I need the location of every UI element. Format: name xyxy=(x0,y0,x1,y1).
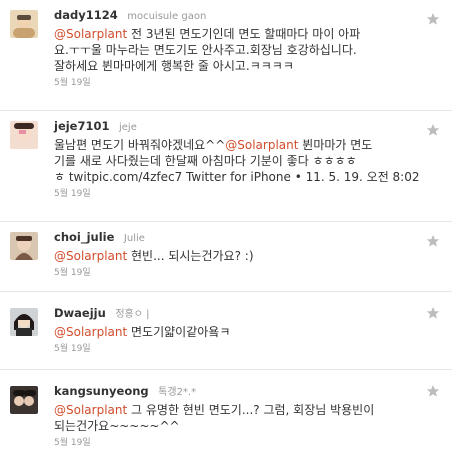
avatar-image xyxy=(10,232,38,260)
tweet-text-part: 울남편 면도기 바꿔줘야겠네요^^ xyxy=(54,138,226,152)
tweet-text: @Solarplant 현빈... 되시는건가요? :) xyxy=(54,248,428,264)
star-icon[interactable] xyxy=(426,12,440,26)
tweet-text-part: 면도기얇이같아욬ㅋ xyxy=(127,325,231,339)
tweet-text-part: 현빈... 되시는건가요? :) xyxy=(127,249,254,263)
screen-name[interactable]: choi_julie xyxy=(54,230,114,244)
tweet-text-line: 기를 새로 사다줬는데 한달째 아침마다 기분이 좋다 ㅎㅎㅎㅎ xyxy=(54,154,357,168)
avatar[interactable] xyxy=(10,10,38,38)
avatar[interactable] xyxy=(10,121,38,149)
tweet-text-part: 뷘마마가 면도 xyxy=(298,138,373,152)
avatar[interactable] xyxy=(10,308,38,336)
screen-name[interactable]: Dwaejju xyxy=(54,306,106,320)
tweet-item[interactable]: jeje7101 jeje 울남편 면도기 바꿔줘야겠네요^^@Solarpla… xyxy=(0,111,452,222)
full-name: 정홍ㅇ | xyxy=(115,309,150,320)
tweet-feed: dady1124 mocuisule gaon @Solarplant 전 3년… xyxy=(0,0,452,468)
tweet-date[interactable]: 5월 19일 xyxy=(54,267,428,279)
avatar-image xyxy=(10,308,38,336)
tweet-text-line: ㅎ twitpic.com/4zfec7 Twitter for iPhone … xyxy=(54,170,420,184)
tweet-header: kangsunyeong 톡갱2*.* xyxy=(54,384,428,400)
tweet-content: jeje7101 jeje 울남편 면도기 바꿔줘야겠네요^^@Solarpla… xyxy=(54,119,428,200)
mention-link[interactable]: @Solarplant xyxy=(225,138,298,152)
avatar[interactable] xyxy=(10,386,38,414)
tweet-item[interactable]: Dwaejju 정홍ㅇ | @Solarplant 면도기얇이같아욬ㅋ 5월 1… xyxy=(0,292,452,370)
star-icon[interactable] xyxy=(426,306,440,320)
tweet-date[interactable]: 5월 19일 xyxy=(54,437,428,449)
star-icon[interactable] xyxy=(426,234,440,248)
mention-link[interactable]: @Solarplant xyxy=(54,27,127,41)
full-name: jeje xyxy=(119,122,137,133)
tweet-item[interactable]: dady1124 mocuisule gaon @Solarplant 전 3년… xyxy=(0,0,452,111)
tweet-date[interactable]: 5월 19일 xyxy=(54,343,428,355)
tweet-content: Dwaejju 정홍ㅇ | @Solarplant 면도기얇이같아욬ㅋ 5월 1… xyxy=(54,306,428,355)
tweet-header: dady1124 mocuisule gaon xyxy=(54,8,428,24)
mention-link[interactable]: @Solarplant xyxy=(54,403,127,417)
tweet-text-part: 그 유명한 현빈 면도기...? 그럼, 회장님 박용빈이 xyxy=(127,403,375,417)
tweet-item[interactable]: choi_julie Julie @Solarplant 현빈... 되시는건가… xyxy=(0,222,452,292)
full-name: Julie xyxy=(123,233,145,244)
tweet-text-line: 잘하세요 뷘마마에게 행복한 줄 아시고.ㅋㅋㅋㅋ xyxy=(54,59,294,73)
tweet-content: dady1124 mocuisule gaon @Solarplant 전 3년… xyxy=(54,8,428,89)
tweet-content: choi_julie Julie @Solarplant 현빈... 되시는건가… xyxy=(54,230,428,279)
tweet-text: @Solarplant 그 유명한 현빈 면도기...? 그럼, 회장님 박용빈… xyxy=(54,402,428,434)
tweet-text-line: 요.ㅜㅜ울 마누라는 면도기도 안사주고.회장님 호강하십니다. xyxy=(54,43,357,57)
tweet-date[interactable]: 5월 19일 xyxy=(54,188,428,200)
screen-name[interactable]: kangsunyeong xyxy=(54,384,149,398)
tweet-header: jeje7101 jeje xyxy=(54,119,428,135)
tweet-header: Dwaejju 정홍ㅇ | xyxy=(54,306,428,322)
star-icon[interactable] xyxy=(426,384,440,398)
tweet-content: kangsunyeong 톡갱2*.* @Solarplant 그 유명한 현빈… xyxy=(54,384,428,449)
mention-link[interactable]: @Solarplant xyxy=(54,325,127,339)
full-name: 톡갱2*.* xyxy=(158,387,197,398)
tweet-text: @Solarplant 면도기얇이같아욬ㅋ xyxy=(54,324,428,340)
avatar-image xyxy=(10,10,38,38)
mention-link[interactable]: @Solarplant xyxy=(54,249,127,263)
avatar-image xyxy=(10,386,38,414)
tweet-text: 울남편 면도기 바꿔줘야겠네요^^@Solarplant 뷘마마가 면도 기를 … xyxy=(54,137,428,185)
star-icon[interactable] xyxy=(426,123,440,137)
tweet-text-part: 전 3년된 면도기인데 면도 할때마다 마이 아파 xyxy=(127,27,361,41)
full-name: mocuisule gaon xyxy=(127,11,207,22)
tweet-date[interactable]: 5월 19일 xyxy=(54,77,428,89)
avatar[interactable] xyxy=(10,232,38,260)
tweet-item[interactable]: kangsunyeong 톡갱2*.* @Solarplant 그 유명한 현빈… xyxy=(0,370,452,468)
avatar-image xyxy=(10,121,38,149)
tweet-text-line: 되는건가요~~~~~^^ xyxy=(54,419,180,433)
tweet-header: choi_julie Julie xyxy=(54,230,428,246)
tweet-text: @Solarplant 전 3년된 면도기인데 면도 할때마다 마이 아파 요.… xyxy=(54,26,428,74)
screen-name[interactable]: dady1124 xyxy=(54,8,118,22)
screen-name[interactable]: jeje7101 xyxy=(54,119,110,133)
